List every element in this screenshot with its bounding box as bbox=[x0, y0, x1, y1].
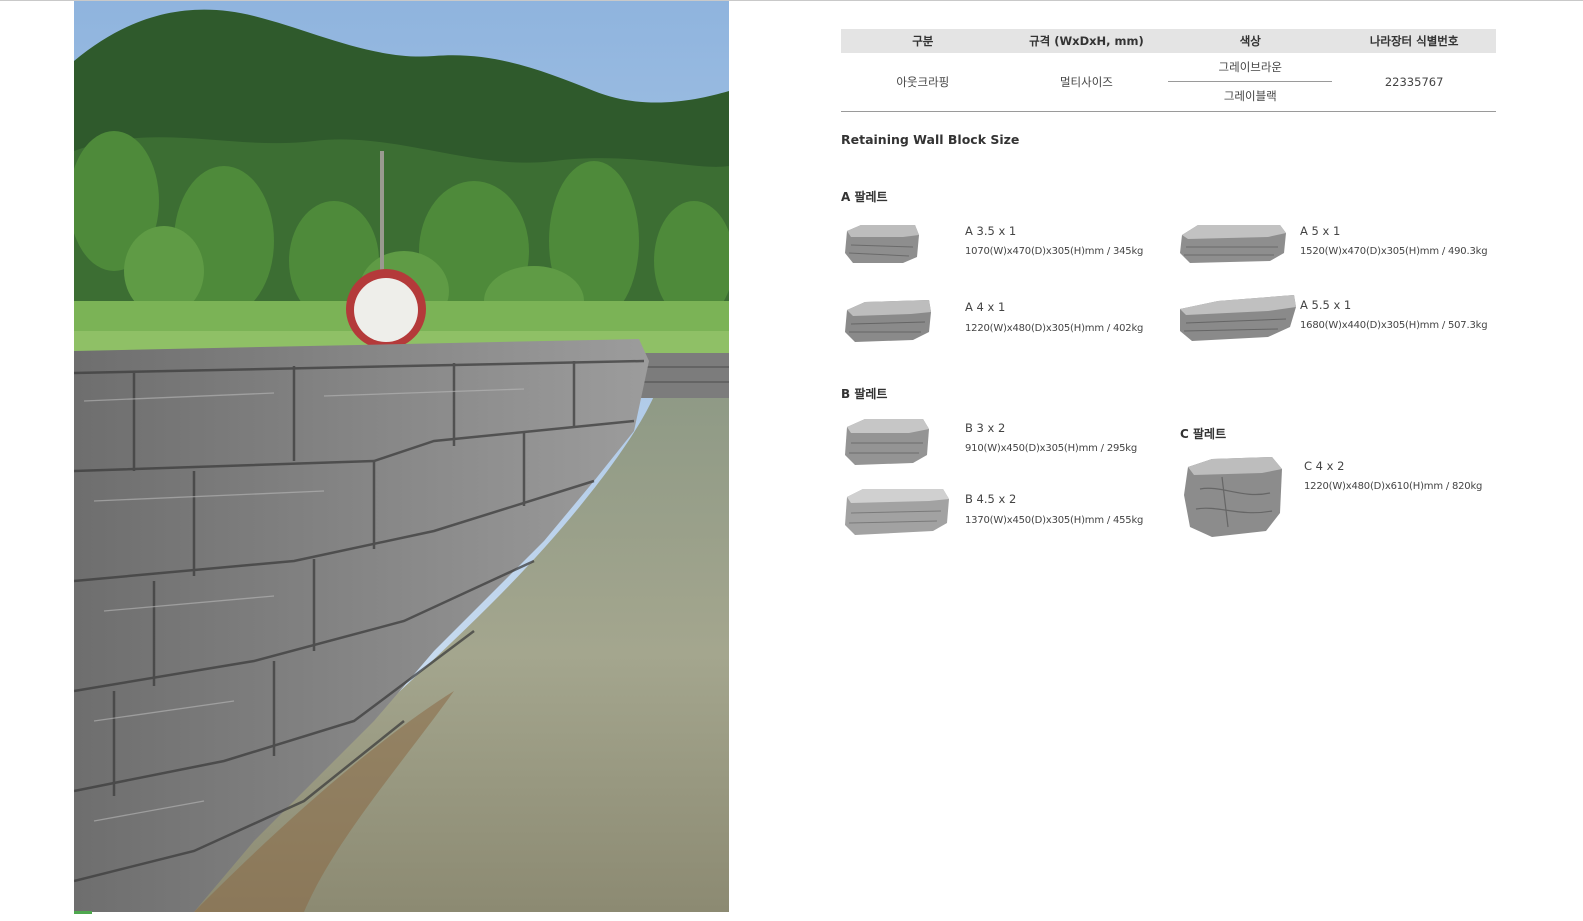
block-a-4-x-1-image bbox=[845, 300, 931, 342]
block-a-4-x-1-dims: 1220(W)x480(D)x305(H)mm / 402kg bbox=[965, 323, 1144, 334]
retaining-wall-photo bbox=[74, 1, 729, 912]
block-b-4-5-x-2-name: B 4.5 x 2 bbox=[965, 492, 1017, 506]
pallet-c-label: C 팔레트 bbox=[1180, 427, 1227, 441]
header-id-number: 나라장터 식별번호 bbox=[1332, 29, 1496, 53]
block-a-5-x-1-image bbox=[1180, 225, 1286, 263]
header-color: 색상 bbox=[1168, 29, 1333, 53]
block-a-5-5-x-1-dims: 1680(W)x440(D)x305(H)mm / 507.3kg bbox=[1300, 320, 1488, 331]
block-a-4-x-1-name: A 4 x 1 bbox=[965, 300, 1006, 314]
block-b-4-5-x-2-image bbox=[845, 489, 949, 535]
table-header-row: 구분 규격 (WxDxH, mm) 색상 나라장터 식별번호 bbox=[841, 29, 1496, 53]
spec-table: 구분 규격 (WxDxH, mm) 색상 나라장터 식별번호 아웃크라핑 멀티사… bbox=[841, 29, 1496, 112]
block-a-5-5-x-1-image bbox=[1180, 295, 1296, 341]
header-spec: 규격 (WxDxH, mm) bbox=[1004, 29, 1169, 53]
block-a-5-x-1-name: A 5 x 1 bbox=[1300, 224, 1341, 238]
block-c-4-x-2-dims: 1220(W)x480(D)x610(H)mm / 820kg bbox=[1304, 481, 1483, 492]
category-value: 아웃크라핑 bbox=[841, 53, 1005, 112]
block-a-3-5-x-1-dims: 1070(W)x470(D)x305(H)mm / 345kg bbox=[965, 246, 1144, 257]
block-b-3-x-2-name: B 3 x 2 bbox=[965, 421, 1006, 435]
block-c-4-x-2-image bbox=[1184, 457, 1282, 537]
color-cell: 그레이브라운 그레이블랙 bbox=[1168, 53, 1333, 112]
pallet-a-label: A 팔레트 bbox=[841, 190, 888, 204]
block-a-3-5-x-1-name: A 3.5 x 1 bbox=[965, 224, 1017, 238]
color-gray-brown: 그레이브라운 bbox=[1218, 60, 1283, 74]
block-b-3-x-2-image bbox=[845, 419, 929, 465]
block-c-4-x-2-name: C 4 x 2 bbox=[1304, 459, 1345, 473]
retaining-wall-illustration bbox=[74, 1, 729, 912]
block-a-5-5-x-1-name: A 5.5 x 1 bbox=[1300, 298, 1352, 312]
block-b-4-5-x-2-dims: 1370(W)x450(D)x305(H)mm / 455kg bbox=[965, 515, 1144, 526]
block-b-3-x-2-dims: 910(W)x450(D)x305(H)mm / 295kg bbox=[965, 443, 1138, 454]
spec-value: 멀티사이즈 bbox=[1004, 53, 1169, 112]
block-a-3-5-x-1-image bbox=[845, 225, 919, 263]
header-category: 구분 bbox=[841, 29, 1005, 53]
block-a-5-x-1-dims: 1520(W)x470(D)x305(H)mm / 490.3kg bbox=[1300, 246, 1488, 257]
table-row: 아웃크라핑 멀티사이즈 그레이브라운 그레이블랙 22335767 bbox=[841, 53, 1496, 112]
color-gray-black: 그레이블랙 bbox=[1223, 89, 1277, 103]
pallet-b-label: B 팔레트 bbox=[841, 387, 888, 401]
section-title: Retaining Wall Block Size bbox=[841, 132, 1020, 147]
accent-mark bbox=[74, 911, 92, 914]
id-number-value: 22335767 bbox=[1332, 53, 1496, 112]
